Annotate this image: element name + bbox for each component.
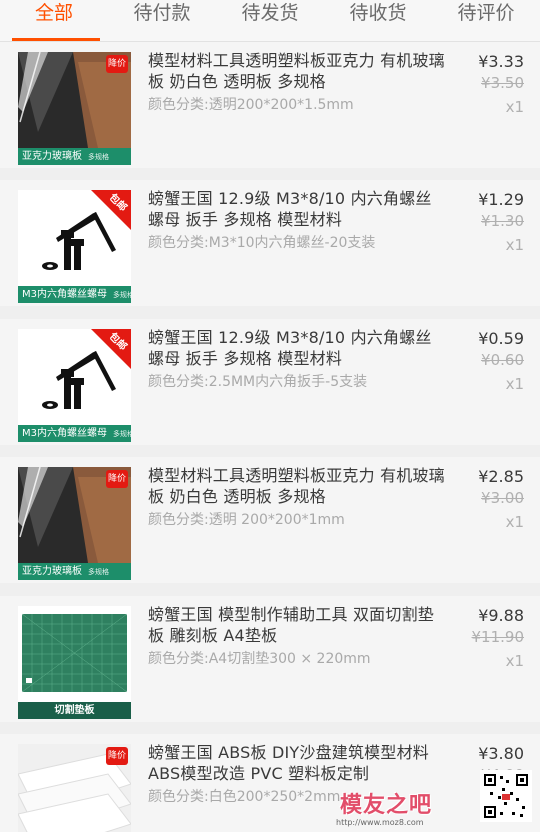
tab-pending-receipt[interactable]: 待收货 (324, 0, 432, 41)
tab-all[interactable]: 全部 (0, 0, 108, 41)
price-drop-badge: 降价 (106, 747, 128, 765)
current-price: ¥9.88 (478, 606, 524, 625)
original-price: ¥11.90 (471, 628, 525, 646)
thumbnail-caption: 亚克力玻璃板 多规格 (18, 563, 131, 580)
watermark-url: http://www.moz8.com (336, 818, 424, 827)
current-price: ¥0.59 (478, 329, 524, 348)
current-price: ¥1.29 (478, 190, 524, 209)
current-price: ¥3.33 (478, 52, 524, 71)
quantity: x1 (505, 236, 524, 254)
original-price: ¥1.30 (481, 212, 524, 230)
order-status-tabs: 全部 待付款 待发货 待收货 待评价 (0, 0, 540, 42)
product-title[interactable]: 螃蟹王国 ABS板 DIY沙盘建筑模型材料ABS模型改造 PVC 塑料板定制 (148, 742, 448, 784)
original-price: ¥3.00 (481, 489, 524, 507)
product-title[interactable]: 螃蟹王国 12.9级 M3*8/10 内六角螺丝 螺母 扳手 多规格 模型材料 (148, 327, 448, 369)
product-title[interactable]: 模型材料工具透明塑料板亚克力 有机玻璃板 奶白色 透明板 多规格 (148, 465, 448, 507)
quantity: x1 (505, 513, 524, 531)
quantity: x1 (505, 652, 524, 670)
order-item[interactable]: 降价 螃蟹王国 ABS板 DIY沙盘建筑模型材料ABS模型改造 PVC 塑料板定… (0, 734, 540, 832)
product-thumbnail[interactable]: 降价亚克力玻璃板 多规格 (18, 467, 131, 580)
tab-pending-payment[interactable]: 待付款 (108, 0, 216, 41)
product-spec: 颜色分类:透明200*200*1.5mm (148, 97, 354, 113)
price-drop-badge: 降价 (106, 470, 128, 488)
product-title[interactable]: 螃蟹王国 模型制作辅助工具 双面切割垫板 雕刻板 A4垫板 (148, 604, 448, 646)
thumbnail-caption: M3内六角螺丝螺母 多规格 (18, 425, 131, 442)
tab-pending-review[interactable]: 待评价 (432, 0, 540, 41)
qr-code-image (480, 770, 532, 822)
order-list-screen: 全部 待付款 待发货 待收货 待评价 降价 亚克力玻璃板 多规格 模型材料工具透明塑… (0, 0, 540, 832)
thumbnail-caption: M3内六角螺丝螺母 多规格 (18, 286, 131, 303)
order-item[interactable]: 包邮 M3内六角螺丝螺母 多规格 螃蟹王国 12.9级 M3*8/10 内六角螺丝 … (0, 180, 540, 306)
product-spec: 颜色分类:M3*10内六角螺丝-20支装 (148, 235, 376, 251)
original-price: ¥0.60 (481, 351, 524, 369)
thumbnail-caption: 亚克力玻璃板 多规格 (18, 148, 131, 165)
watermark-logo: 模友之吧 (340, 793, 433, 818)
current-price: ¥3.80 (478, 744, 524, 763)
product-thumbnail[interactable]: 降价亚克力玻璃板 多规格 (18, 52, 131, 165)
product-thumbnail[interactable]: 包邮 M3内六角螺丝螺母 多规格 (18, 190, 131, 303)
order-item[interactable]: 包邮 M3内六角螺丝螺母 多规格 螃蟹王国 12.9级 M3*8/10 内六角螺丝 … (0, 319, 540, 445)
product-spec: 颜色分类:A4切割垫300 × 220mm (148, 651, 371, 667)
current-price: ¥2.85 (478, 467, 524, 486)
product-title[interactable]: 模型材料工具透明塑料板亚克力 有机玻璃板 奶白色 透明板 多规格 (148, 50, 448, 92)
product-thumbnail[interactable]: 降价 (18, 744, 131, 832)
product-thumbnail[interactable]: 包邮 M3内六角螺丝螺母 多规格 (18, 329, 131, 442)
order-item[interactable]: 降价亚克力玻璃板 多规格 模型材料工具透明塑料板亚克力 有机玻璃板 奶白色 透明板… (0, 42, 540, 168)
order-item[interactable]: 切割垫板 螃蟹王国 模型制作辅助工具 双面切割垫板 雕刻板 A4垫板 颜色分类:… (0, 596, 540, 722)
product-title[interactable]: 螃蟹王国 12.9级 M3*8/10 内六角螺丝 螺母 扳手 多规格 模型材料 (148, 188, 448, 230)
tab-pending-shipment[interactable]: 待发货 (216, 0, 324, 41)
product-thumbnail[interactable]: 切割垫板 (18, 606, 131, 719)
price-drop-badge: 降价 (106, 55, 128, 73)
quantity: x1 (505, 98, 524, 116)
original-price: ¥3.50 (481, 74, 524, 92)
order-item[interactable]: 降价亚克力玻璃板 多规格 模型材料工具透明塑料板亚克力 有机玻璃板 奶白色 透明板… (0, 457, 540, 583)
product-spec: 颜色分类:2.5MM内六角扳手-5支装 (148, 374, 368, 390)
product-spec: 颜色分类:透明 200*200*1mm (148, 512, 345, 528)
quantity: x1 (505, 375, 524, 393)
thumbnail-caption: 切割垫板 (18, 702, 131, 719)
